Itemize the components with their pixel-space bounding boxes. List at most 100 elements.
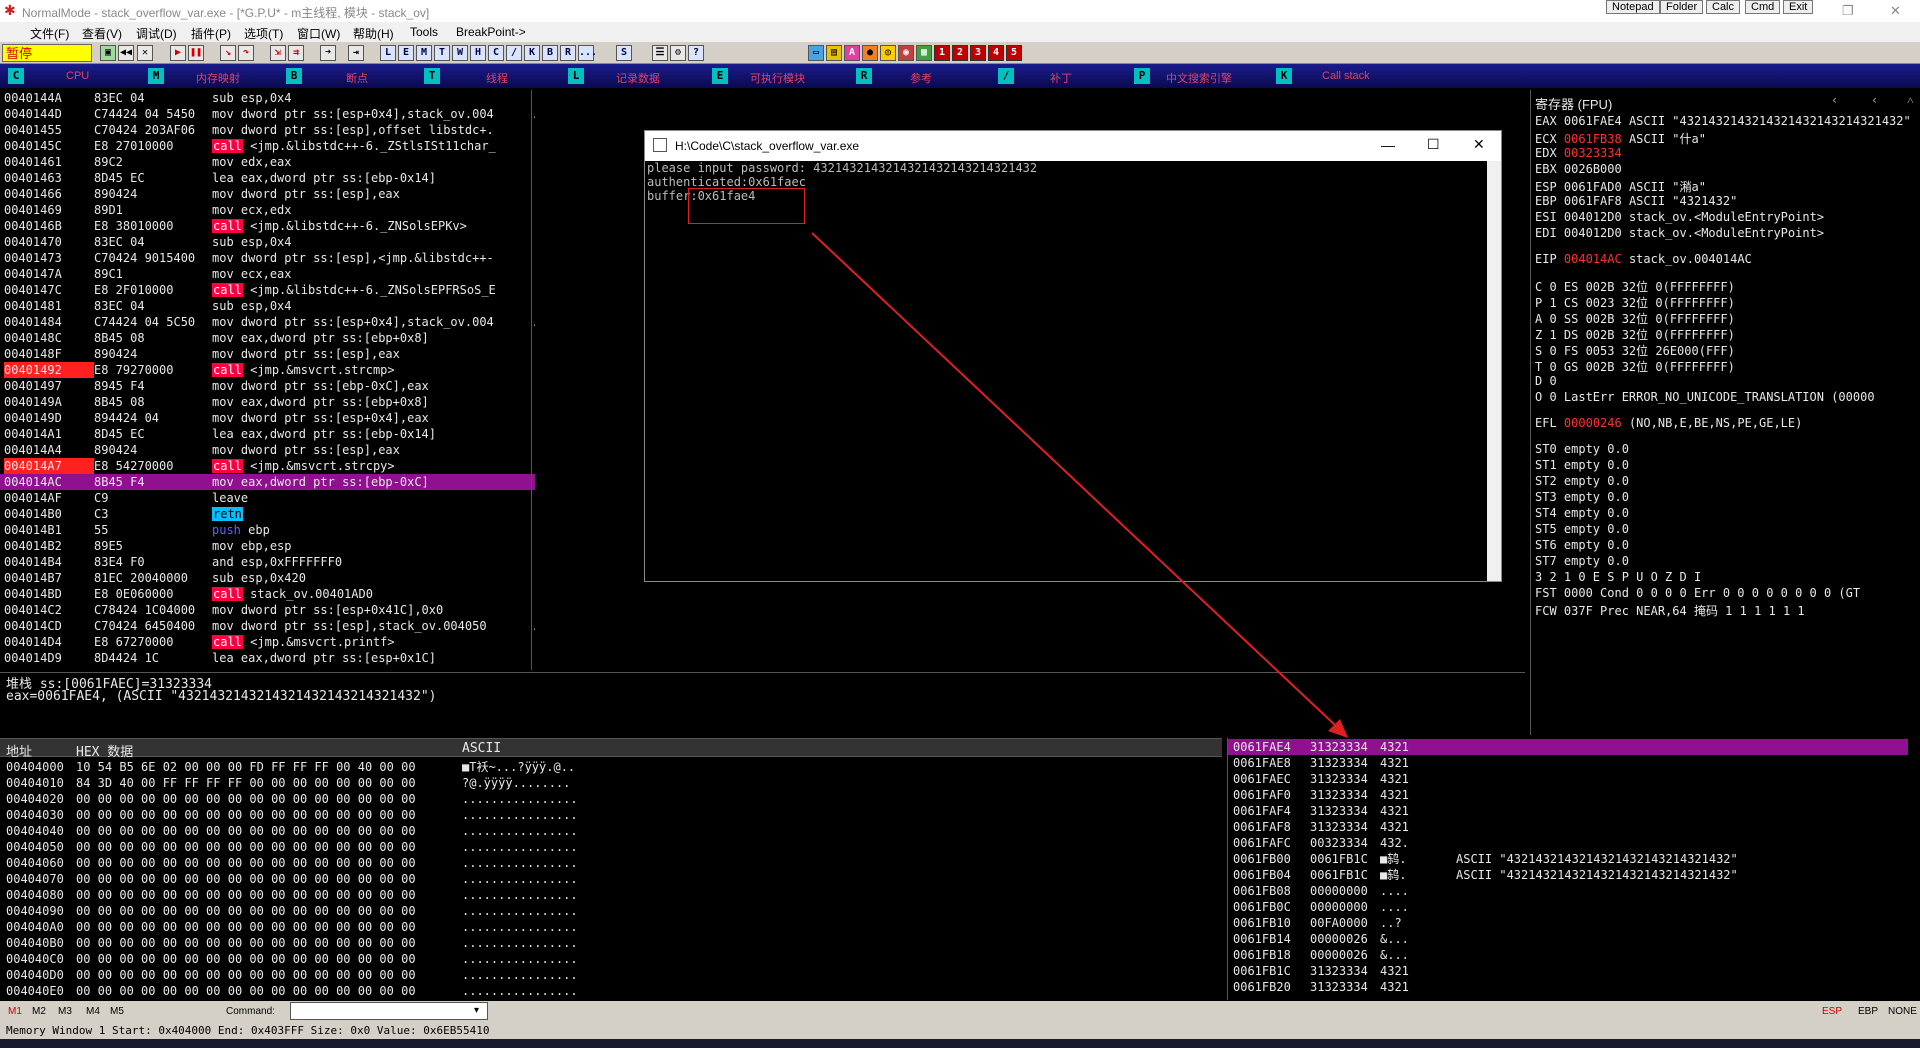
bookmark-1[interactable]: 1 bbox=[934, 45, 950, 61]
dump-row[interactable]: 004040C0 00 00 00 00 00 00 00 00 00 00 00… bbox=[0, 951, 1222, 967]
disasm-row[interactable]: 004014A7 E8 54270000 call <jmp.&msvcrt.str… bbox=[0, 458, 535, 474]
disasm-row[interactable]: 00401481 83EC 04 sub esp,0x4 bbox=[0, 298, 535, 314]
disasm-row[interactable]: 00401470 83EC 04 sub esp,0x4 bbox=[0, 234, 535, 250]
disasm-row[interactable]: 0040148C 8B45 08 mov eax,dword ptr ss:[ebp… bbox=[0, 330, 535, 346]
fpu-register[interactable]: ST1 empty 0.0 bbox=[1535, 458, 1629, 472]
fpu-register[interactable]: ST6 empty 0.0 bbox=[1535, 538, 1629, 552]
step-into-icon[interactable]: ↘ bbox=[220, 45, 236, 61]
disasm-row[interactable]: 004014B1 55 push ebp bbox=[0, 522, 535, 538]
dump-row[interactable]: 004040E0 00 00 00 00 00 00 00 00 00 00 00… bbox=[0, 983, 1222, 999]
stack-row[interactable]: 0061FAF8 31323334 4321 bbox=[1228, 819, 1908, 835]
tab-key-7[interactable]: / bbox=[998, 68, 1014, 84]
register-value[interactable]: 0061FAD0 bbox=[1564, 180, 1622, 194]
record-icon[interactable]: ◉ bbox=[898, 45, 914, 61]
disasm-row[interactable]: 004014B0 C3 retn bbox=[0, 506, 535, 522]
stack-pane[interactable]: 0061FAE4 31323334 4321 0061FAE8 31323334 4321… bbox=[1227, 738, 1920, 1000]
cmd-button[interactable]: Cmd bbox=[1745, 0, 1781, 14]
tool-r[interactable]: R bbox=[560, 45, 576, 61]
dump-row[interactable]: 00404050 00 00 00 00 00 00 00 00 00 00 00… bbox=[0, 839, 1222, 855]
help-icon[interactable]: ? bbox=[688, 45, 704, 61]
fpu-register[interactable]: ST0 empty 0.0 bbox=[1535, 442, 1629, 456]
folder-icon[interactable]: ▤ bbox=[826, 45, 842, 61]
register-eax[interactable]: EAX 0061FAE4 ASCII "43214321432143214321… bbox=[1535, 114, 1911, 128]
dump-row[interactable]: 004040D0 00 00 00 00 00 00 00 00 00 00 00… bbox=[0, 967, 1222, 983]
bookmark-3[interactable]: 3 bbox=[970, 45, 986, 61]
register-value[interactable]: 0061FAE4 bbox=[1564, 114, 1622, 128]
fpu-register[interactable]: ST4 empty 0.0 bbox=[1535, 506, 1629, 520]
stack-row[interactable]: 0061FB0C 00000000.... bbox=[1228, 899, 1908, 915]
disasm-row[interactable]: 004014D4 E8 67270000 call <jmp.&msvcrt.pri… bbox=[0, 634, 535, 650]
close-icon[interactable]: ✕ bbox=[1890, 3, 1901, 19]
registers-pane[interactable]: 寄存器 (FPU) ‹ ‹ ˄ EAX 0061FAE4 ASCII "4321… bbox=[1530, 90, 1920, 735]
trace-into-icon[interactable]: ⇲ bbox=[270, 45, 286, 61]
disasm-row[interactable]: 0040149D 894424 04 mov dword ptr ss:[esp+0… bbox=[0, 410, 535, 426]
register-ebx[interactable]: EBX 0026B000 bbox=[1535, 162, 1622, 176]
disasm-row[interactable]: 0040149A 8B45 08 mov eax,dword ptr ss:[ebp… bbox=[0, 394, 535, 410]
register-value[interactable]: 004014AC bbox=[1564, 252, 1622, 266]
trace-over-icon[interactable]: ⇉ bbox=[288, 45, 304, 61]
tool-h[interactable]: H bbox=[470, 45, 486, 61]
dump-col-address[interactable]: 地址 bbox=[6, 741, 32, 760]
esp-toggle[interactable]: ESP bbox=[1822, 1006, 1842, 1017]
register-efl[interactable]: EFL 00000246 (NO,NB,E,BE,NS,PE,GE,LE) bbox=[1535, 416, 1802, 430]
register-value[interactable]: 00323334 bbox=[1564, 146, 1622, 160]
bookmark-5[interactable]: 5 bbox=[1006, 45, 1022, 61]
tab-1[interactable]: 内存映射 bbox=[196, 70, 240, 86]
disasm-row[interactable]: 004014A1 8D45 EC lea eax,dword ptr ss:[ebp… bbox=[0, 426, 535, 442]
stack-row[interactable]: 0061FB08 00000000.... bbox=[1228, 883, 1908, 899]
register-value[interactable]: 0061FB38 bbox=[1564, 132, 1622, 146]
menu-file[interactable]: 文件(F) bbox=[30, 25, 69, 42]
disasm-row[interactable]: 004014B7 81EC 20040000 sub esp,0x420 bbox=[0, 570, 535, 586]
tab-key-3[interactable]: T bbox=[424, 68, 440, 84]
flag-line[interactable]: C 0 ES 002B 32位 0(FFFFFFFF) bbox=[1535, 278, 1735, 295]
disasm-row[interactable]: 004014D9 8D4424 1C lea eax,dword ptr ss:[e… bbox=[0, 650, 535, 666]
stack-row[interactable]: 0061FAE4 31323334 4321 bbox=[1228, 739, 1908, 755]
tool-s[interactable]: S bbox=[616, 45, 632, 61]
screen-icon[interactable]: ▭ bbox=[808, 45, 824, 61]
menu-debug[interactable]: 调试(D) bbox=[136, 25, 177, 42]
tool-dots[interactable]: ... bbox=[578, 45, 597, 61]
console-close-icon[interactable]: ✕ bbox=[1473, 136, 1485, 153]
none-toggle[interactable]: NONE bbox=[1888, 1006, 1917, 1017]
register-value[interactable]: 00000246 bbox=[1564, 416, 1622, 430]
flag-line[interactable]: S 0 FS 0053 32位 26E000(FFF) bbox=[1535, 342, 1735, 359]
mem-tab-1[interactable]: M1 bbox=[8, 1006, 22, 1017]
dump-row[interactable]: 00404080 00 00 00 00 00 00 00 00 00 00 00… bbox=[0, 887, 1222, 903]
step-over-icon[interactable]: ↷ bbox=[238, 45, 254, 61]
calc-button[interactable]: Calc bbox=[1706, 0, 1741, 14]
dump-row[interactable]: 00404020 00 00 00 00 00 00 00 00 00 00 00… bbox=[0, 791, 1222, 807]
tab-key-9[interactable]: K bbox=[1276, 68, 1292, 84]
close-file-icon[interactable]: ✕ bbox=[137, 45, 153, 61]
disasm-row[interactable]: 0040145C E8 27010000 call <jmp.&libstdc++-… bbox=[0, 138, 535, 154]
stack-row[interactable]: 0061FB20 31323334 4321 bbox=[1228, 979, 1908, 995]
a-icon[interactable]: A bbox=[844, 45, 860, 61]
execute-till-return-icon[interactable]: ➜ bbox=[320, 45, 336, 61]
command-input[interactable] bbox=[290, 1002, 488, 1020]
fpu-register[interactable]: ST5 empty 0.0 bbox=[1535, 522, 1629, 536]
pause-icon[interactable]: ❚❚ bbox=[188, 45, 204, 61]
register-value[interactable]: 004012D0 bbox=[1564, 210, 1622, 224]
register-value[interactable]: 0061FAF8 bbox=[1564, 194, 1622, 208]
menu-breakpoint[interactable]: BreakPoint-> bbox=[456, 25, 526, 39]
dump-row[interactable]: 00404090 00 00 00 00 00 00 00 00 00 00 00… bbox=[0, 903, 1222, 919]
bookmark-4[interactable]: 4 bbox=[988, 45, 1004, 61]
mem-tab-2[interactable]: M2 bbox=[32, 1006, 46, 1017]
register-ecx[interactable]: ECX 0061FB38 ASCII "什a" bbox=[1535, 130, 1706, 147]
bookmark-2[interactable]: 2 bbox=[952, 45, 968, 61]
tool-w[interactable]: W bbox=[452, 45, 468, 61]
disasm-row[interactable]: 0040146B E8 38010000 call <jmp.&libstdc++-… bbox=[0, 218, 535, 234]
tab-8[interactable]: 中文搜索引擎 bbox=[1166, 70, 1232, 86]
register-esi[interactable]: ESI 004012D0 stack_ov.<ModuleEntryPoint> bbox=[1535, 210, 1824, 224]
disasm-row[interactable]: 004014A4 890424 mov dword ptr ss:[esp],eax bbox=[0, 442, 535, 458]
register-edx[interactable]: EDX 00323334 bbox=[1535, 146, 1622, 160]
disasm-row[interactable]: 004014CD C70424 6450400 mov dword ptr ss:[… bbox=[0, 618, 535, 634]
tab-key-6[interactable]: R bbox=[856, 68, 872, 84]
menu-options[interactable]: 选项(T) bbox=[244, 25, 283, 42]
chevron-up-icon[interactable]: ˄ bbox=[1907, 93, 1914, 108]
tab-key-8[interactable]: P bbox=[1134, 68, 1150, 84]
flag-line[interactable]: A 0 SS 002B 32位 0(FFFFFFFF) bbox=[1535, 310, 1735, 327]
register-eip[interactable]: EIP 004014AC stack_ov.004014AC bbox=[1535, 252, 1752, 266]
memory-dump-pane[interactable]: 地址 HEX 数据 ASCII 00404000 10 54 B5 6E 02 0… bbox=[0, 738, 1222, 1000]
dump-row[interactable]: 00404030 00 00 00 00 00 00 00 00 00 00 00… bbox=[0, 807, 1222, 823]
stack-row[interactable]: 0061FAF4 31323334 4321 bbox=[1228, 803, 1908, 819]
